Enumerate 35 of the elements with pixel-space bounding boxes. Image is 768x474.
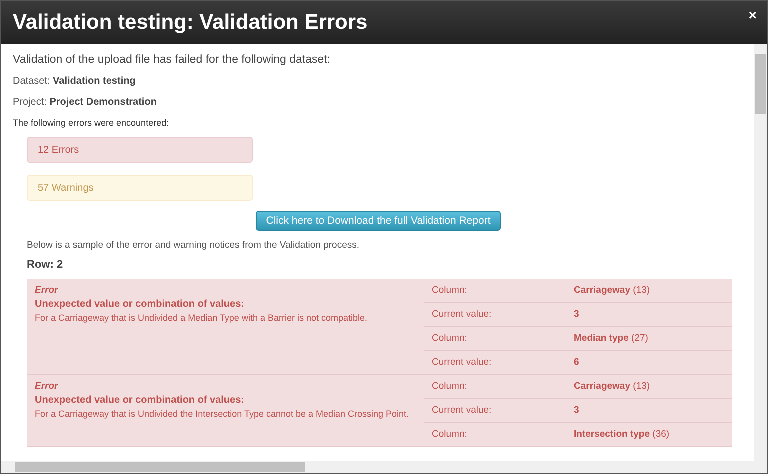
alert-box: 57 Warnings bbox=[27, 175, 253, 201]
row-label: Row: bbox=[27, 259, 54, 271]
row-number: 2 bbox=[56, 259, 64, 271]
detail-value: 3 bbox=[574, 405, 580, 416]
alert-box: 12 Errors bbox=[27, 137, 253, 163]
detail-value: 3 bbox=[574, 309, 580, 320]
notice-title: Unexpected value or combination of values: bbox=[35, 395, 246, 406]
notice-severity: Error bbox=[35, 381, 60, 392]
detail-label: Column: bbox=[431, 429, 468, 440]
project-value: Project Demonstration bbox=[50, 97, 157, 108]
detail-value: Median type (27) bbox=[574, 333, 648, 344]
errors-heading: The following errors were encountered: bbox=[13, 118, 170, 128]
detail-label: Column: bbox=[431, 285, 468, 296]
sample-note: Below is a sample of the error and warning notices from the Validation process. bbox=[27, 240, 360, 251]
detail-label: Column: bbox=[431, 333, 468, 344]
detail-label: Current value: bbox=[431, 309, 493, 320]
close-button[interactable]: × bbox=[748, 7, 757, 23]
dataset-label: Dataset: bbox=[13, 76, 50, 87]
dataset-value: Validation testing bbox=[53, 76, 136, 87]
intro-text: Validation of the upload file has failed for the following dataset: bbox=[13, 54, 332, 66]
detail-value: Carriageway (13) bbox=[574, 285, 650, 296]
detail-value: 6 bbox=[574, 357, 580, 368]
notice-message: For a Carriageway that is Undivided a Median Type with a Barrier is not compatible. bbox=[35, 313, 368, 323]
detail-label: Current value: bbox=[431, 405, 493, 416]
window-title: Validation testing: Validation Errors bbox=[13, 10, 368, 34]
vertical-scrollbar[interactable] bbox=[754, 44, 767, 461]
detail-label: Current value: bbox=[431, 357, 493, 368]
notice-severity: Error bbox=[35, 285, 60, 296]
detail-value: Carriageway (13) bbox=[574, 381, 650, 392]
detail-value: Intersection type (36) bbox=[574, 429, 670, 440]
notice-message: For a Carriageway that is Undivided the Intersection Type cannot be a Median Crossing Point. bbox=[35, 409, 410, 419]
notice-title: Unexpected value or combination of values: bbox=[35, 299, 246, 310]
detail-label: Column: bbox=[431, 381, 468, 392]
project-label: Project: bbox=[13, 97, 47, 108]
horizontal-scrollbar[interactable] bbox=[1, 461, 767, 473]
